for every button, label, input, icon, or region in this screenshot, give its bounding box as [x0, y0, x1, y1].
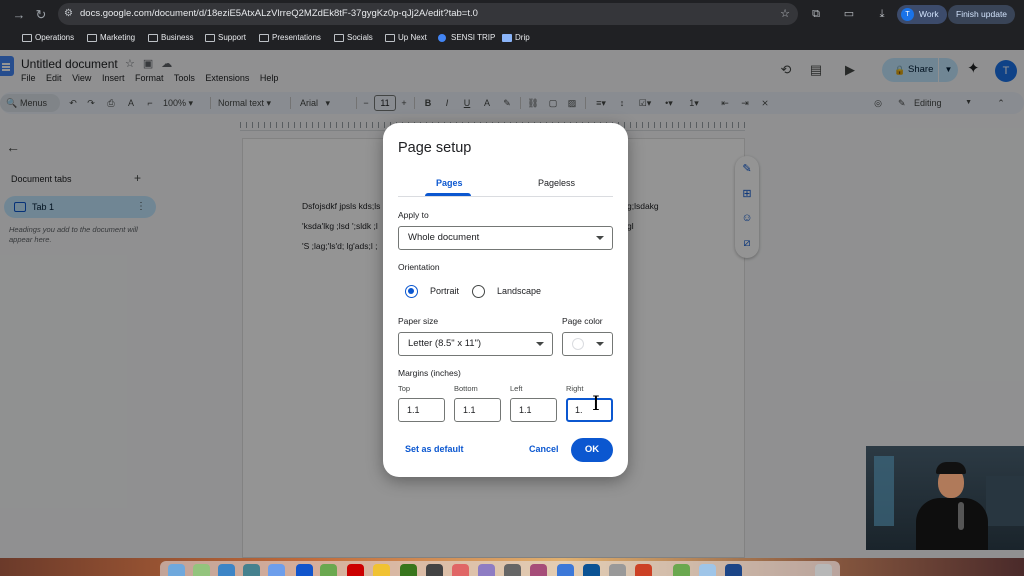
bookmark-up-next[interactable]: Up Next [385, 30, 427, 46]
margin-right-label: Right [566, 384, 584, 393]
bookmark-drip[interactable]: Drip [502, 30, 530, 46]
bookmark-presentations[interactable]: Presentations [259, 30, 321, 46]
tab-pageless[interactable]: Pageless [538, 178, 575, 188]
paper-size-label: Paper size [398, 316, 439, 326]
landscape-label[interactable]: Landscape [497, 286, 541, 296]
app-store-icon[interactable] [583, 564, 600, 576]
app-icon[interactable] [673, 564, 690, 576]
bookmark-support[interactable]: Support [205, 30, 246, 46]
dialog-title: Page setup [398, 140, 472, 156]
url-text: docs.google.com/document/d/18eziE5AtxALz… [80, 8, 478, 19]
calendar-icon[interactable] [347, 564, 364, 576]
folder-icon [334, 34, 344, 42]
podcasts-icon[interactable] [478, 564, 495, 576]
landscape-radio[interactable] [472, 285, 485, 298]
microphone-icon [958, 502, 964, 530]
bookmark-business[interactable]: Business [148, 30, 193, 46]
margin-top-label: Top [398, 384, 411, 393]
app-icon[interactable] [557, 564, 574, 576]
facetime-icon[interactable] [320, 564, 337, 576]
page-setup-dialog: Page setup Pages Pageless Apply to Whole… [383, 123, 628, 477]
tab-pages[interactable]: Pages [436, 178, 463, 188]
reload-icon[interactable]: ↻ [34, 8, 48, 22]
bookmarks-bar: Operations Marketing Business Support Pr… [0, 30, 1024, 46]
download-icon[interactable]: ⤓ [876, 8, 888, 20]
apply-to-label: Apply to [398, 210, 429, 220]
mail-icon[interactable] [268, 564, 285, 576]
profile-label: Work [919, 9, 939, 19]
ok-button[interactable]: OK [571, 438, 613, 462]
folder-icon [87, 34, 97, 42]
dropdown-arrow-icon [596, 342, 604, 346]
margin-left-label: Left [510, 384, 523, 393]
dropdown-arrow-icon [596, 236, 604, 240]
page-color-select[interactable] [562, 332, 613, 356]
page-color-swatch [572, 338, 584, 350]
margin-bottom-input[interactable]: 1.1 [454, 398, 501, 422]
browser-chrome: → ↻ ⚙ docs.google.com/document/d/18eziE5… [0, 0, 1024, 50]
page-color-label: Page color [562, 316, 603, 326]
finish-update-button[interactable]: Finish update [948, 5, 1016, 24]
orientation-label: Orientation [398, 262, 440, 272]
bookmark-socials[interactable]: Socials [334, 30, 373, 46]
numbers-icon[interactable] [400, 564, 417, 576]
extensions-icon[interactable]: ⧉ [810, 8, 822, 20]
bookmark-operations[interactable]: Operations [22, 30, 74, 46]
folder-icon [148, 34, 158, 42]
set-as-default-button[interactable]: Set as default [405, 444, 464, 454]
margin-top-input[interactable]: 1.1 [398, 398, 445, 422]
margin-bottom-label: Bottom [454, 384, 478, 393]
portrait-label[interactable]: Portrait [430, 286, 459, 296]
address-bar[interactable]: ⚙ docs.google.com/document/d/18eziE5AtxA… [58, 3, 798, 25]
safari-icon[interactable] [218, 564, 235, 576]
text-cursor-icon: I [592, 391, 600, 415]
margin-left-input[interactable]: 1.1 [510, 398, 557, 422]
bookmark-marketing[interactable]: Marketing [87, 30, 135, 46]
slack-icon[interactable] [530, 564, 547, 576]
app-icon[interactable] [725, 564, 742, 576]
app-icon[interactable] [635, 564, 652, 576]
cancel-button[interactable]: Cancel [529, 444, 559, 454]
app-icon[interactable] [699, 564, 716, 576]
messages-icon[interactable] [243, 564, 260, 576]
folder-icon [385, 34, 395, 42]
launchpad-icon[interactable] [193, 564, 210, 576]
portrait-radio[interactable] [405, 285, 418, 298]
tab-search-icon[interactable]: ▭ [843, 8, 855, 20]
site-info-icon[interactable]: ⚙ [64, 3, 73, 25]
forward-icon[interactable]: → [12, 8, 26, 22]
folder-icon [259, 34, 269, 42]
folder-icon [22, 34, 32, 42]
system-settings-icon[interactable] [609, 564, 626, 576]
app-icon[interactable] [504, 564, 521, 576]
webcam-feed [866, 446, 1024, 550]
divider [398, 196, 613, 197]
dropdown-arrow-icon [536, 342, 544, 346]
margin-right-input[interactable]: 1. I [566, 391, 613, 422]
notes-icon[interactable] [373, 564, 390, 576]
chrome-icon[interactable] [452, 564, 469, 576]
folder-icon [205, 34, 215, 42]
trash-icon[interactable] [815, 564, 832, 576]
bookmark-star-icon[interactable]: ☆ [780, 3, 790, 25]
sensi-icon [438, 34, 446, 42]
margins-label: Margins (inches) [398, 368, 461, 378]
profile-button[interactable]: T Work [897, 5, 947, 24]
finder-icon[interactable] [168, 564, 185, 576]
paper-size-select[interactable]: Letter (8.5" x 11") [398, 332, 553, 356]
bookmark-sensi-trip[interactable]: SENSI TRIP [438, 30, 495, 46]
drip-icon [502, 34, 512, 42]
tv-icon[interactable] [426, 564, 443, 576]
apply-to-select[interactable]: Whole document [398, 226, 613, 250]
profile-avatar: T [901, 8, 914, 21]
app-icon[interactable] [296, 564, 313, 576]
